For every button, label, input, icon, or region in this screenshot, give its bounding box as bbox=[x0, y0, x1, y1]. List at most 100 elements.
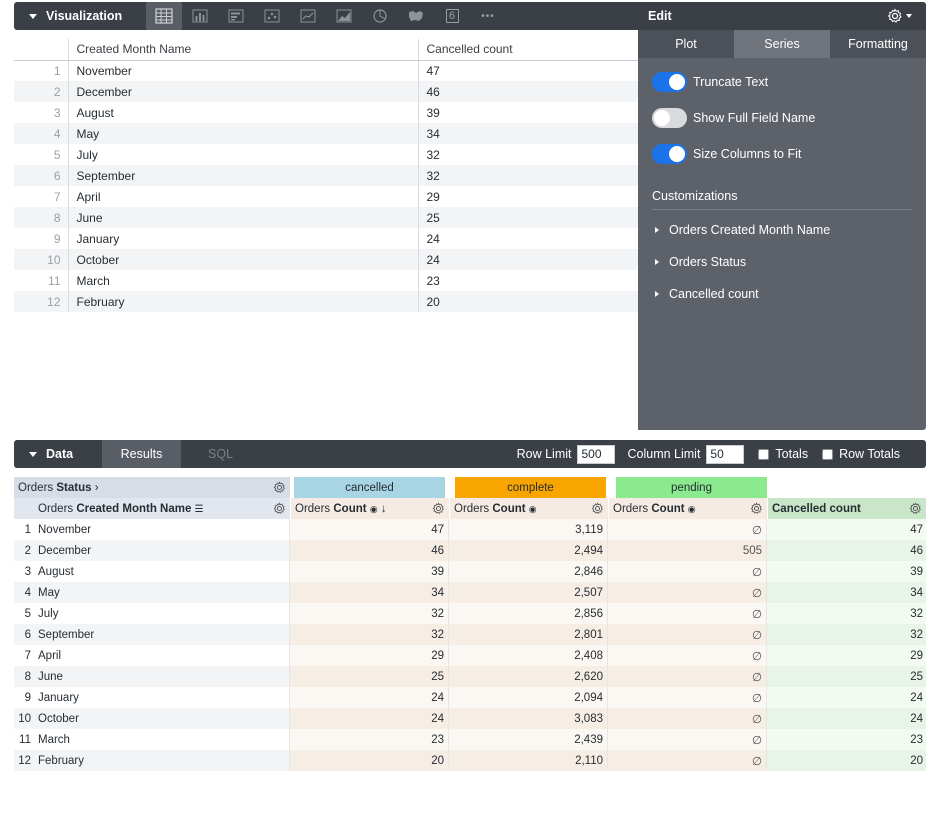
data-toggle[interactable]: Data bbox=[14, 440, 102, 468]
table-calc-cell: 23 bbox=[767, 729, 926, 750]
row-totals-checkbox[interactable] bbox=[822, 448, 834, 460]
tab-series[interactable]: Series bbox=[734, 30, 830, 58]
month-cell: January bbox=[68, 228, 419, 249]
complete-count-cell: 3,119 bbox=[449, 519, 608, 540]
row-number: 2 bbox=[14, 81, 69, 102]
line-chart-icon[interactable] bbox=[290, 2, 326, 30]
data-bar: Data Results SQL Row Limit 500 Column Li… bbox=[14, 440, 926, 468]
pivot-field-header[interactable]: Orders Status › bbox=[14, 477, 290, 498]
pivot-value-cancelled: cancelled bbox=[294, 477, 445, 498]
dimension-header[interactable]: Orders Created Month Name ☰ bbox=[14, 498, 290, 519]
row-number: 6 bbox=[14, 165, 69, 186]
gear-icon[interactable] bbox=[432, 502, 445, 515]
field-header-row: Orders Created Month Name ☰ Orders Count… bbox=[14, 498, 926, 519]
table-calc-header[interactable]: Cancelled count bbox=[767, 498, 926, 519]
column-header-month[interactable]: Created Month Name bbox=[68, 39, 419, 61]
tab-formatting[interactable]: Formatting bbox=[830, 30, 926, 58]
table-calc-label: Cancelled count bbox=[772, 502, 861, 515]
cancelled-count-cell: 29 bbox=[290, 645, 449, 666]
column-limit-label: Column Limit bbox=[627, 447, 701, 461]
sort-desc-icon: ↓ bbox=[380, 502, 387, 515]
month-cell: June bbox=[68, 207, 419, 228]
dimension-header-label: Orders Created Month Name ☰ bbox=[38, 503, 204, 515]
pending-count-cell: ∅ bbox=[608, 729, 767, 750]
gear-icon[interactable] bbox=[273, 481, 286, 494]
gear-icon[interactable] bbox=[273, 502, 286, 515]
measure-header-label: Orders Count ◉ bbox=[454, 503, 537, 515]
measure-header-cancelled[interactable]: Orders Count ◉ ↓ bbox=[290, 498, 449, 519]
pending-count-cell: ∅ bbox=[608, 687, 767, 708]
gear-icon[interactable] bbox=[750, 502, 763, 515]
area-chart-icon[interactable] bbox=[326, 2, 362, 30]
complete-count-cell: 2,507 bbox=[449, 582, 608, 603]
caret-right-icon bbox=[655, 291, 659, 297]
pending-count-cell: ∅ bbox=[608, 666, 767, 687]
customization-created-month-name[interactable]: Orders Created Month Name bbox=[638, 214, 926, 246]
count-cell: 32 bbox=[418, 165, 638, 186]
complete-count-cell: 2,856 bbox=[449, 603, 608, 624]
measure-header-complete[interactable]: Orders Count ◉ bbox=[449, 498, 608, 519]
edit-settings-menu[interactable] bbox=[887, 8, 912, 24]
table-row: 3 August 39 2,846 ∅ 39 bbox=[14, 561, 926, 582]
scatter-icon[interactable] bbox=[254, 2, 290, 30]
month-cell: June bbox=[34, 666, 290, 687]
month-cell: August bbox=[68, 102, 419, 123]
edit-title: Edit bbox=[648, 9, 672, 23]
measure-prefix: Orders bbox=[454, 502, 490, 515]
count-cell: 20 bbox=[418, 291, 638, 312]
bar-chart-icon[interactable] bbox=[182, 2, 218, 30]
truncate-text-toggle[interactable] bbox=[652, 72, 687, 92]
truncate-text-label: Truncate Text bbox=[693, 75, 769, 89]
customization-cancelled-count[interactable]: Cancelled count bbox=[638, 278, 926, 310]
pie-chart-icon[interactable] bbox=[362, 2, 398, 30]
table-row: 12 February 20 bbox=[14, 291, 638, 312]
table-row: 12 February 20 2,110 ∅ 20 bbox=[14, 750, 926, 771]
customization-orders-status[interactable]: Orders Status bbox=[638, 246, 926, 278]
month-cell: August bbox=[34, 561, 290, 582]
table-row: 3 August 39 bbox=[14, 102, 638, 123]
column-limit-input[interactable]: 50 bbox=[706, 444, 745, 464]
column-chart-icon[interactable] bbox=[218, 2, 254, 30]
measure-header-pending[interactable]: Orders Count ◉ bbox=[608, 498, 767, 519]
show-full-field-name-row: Show Full Field Name bbox=[638, 100, 926, 136]
row-number: 3 bbox=[24, 565, 31, 578]
table-calc-cell: 39 bbox=[767, 561, 926, 582]
size-columns-row: Size Columns to Fit bbox=[638, 136, 926, 172]
table-row: 2 December 46 bbox=[14, 81, 638, 102]
table-icon[interactable] bbox=[146, 2, 182, 30]
tab-results[interactable]: Results bbox=[102, 440, 181, 468]
gear-icon[interactable] bbox=[591, 502, 604, 515]
map-icon[interactable] bbox=[398, 2, 434, 30]
gear-icon[interactable] bbox=[909, 502, 922, 515]
row-number: 7 bbox=[14, 186, 69, 207]
table-row: 4 May 34 2,507 ∅ 34 bbox=[14, 582, 926, 603]
table-calc-cell: 32 bbox=[767, 603, 926, 624]
size-columns-toggle[interactable] bbox=[652, 144, 687, 164]
visualization-bar: Visualization 6 ••• bbox=[14, 2, 638, 30]
tab-plot[interactable]: Plot bbox=[638, 30, 734, 58]
dim-prefix: Orders bbox=[38, 502, 74, 515]
truncate-text-row: Truncate Text bbox=[638, 64, 926, 100]
row-number: 11 bbox=[14, 270, 69, 291]
table-row: 6 September 32 bbox=[14, 165, 638, 186]
tab-sql[interactable]: SQL bbox=[181, 440, 260, 468]
table-calc-cell: 20 bbox=[767, 750, 926, 771]
row-limit-input[interactable]: 500 bbox=[577, 444, 616, 464]
visualization-toggle[interactable]: Visualization bbox=[14, 2, 146, 30]
measure-field: Count bbox=[651, 502, 685, 515]
more-icon[interactable]: ••• bbox=[470, 2, 506, 30]
table-row: 10 October 24 bbox=[14, 249, 638, 270]
column-header-cancelled-count[interactable]: Cancelled count bbox=[418, 39, 638, 61]
show-full-field-name-toggle[interactable] bbox=[652, 108, 687, 128]
caret-right-icon bbox=[655, 259, 659, 265]
totals-checkbox[interactable] bbox=[758, 448, 770, 460]
cancelled-count-cell: 34 bbox=[290, 582, 449, 603]
single-value-icon[interactable]: 6 bbox=[434, 2, 470, 30]
row-number: 7 bbox=[24, 649, 31, 662]
row-number: 3 bbox=[14, 102, 69, 123]
cancelled-count-cell: 24 bbox=[290, 687, 449, 708]
eye-slash-icon: ◉ bbox=[369, 503, 378, 514]
toggle-knob bbox=[669, 74, 685, 90]
customization-label: Orders Created Month Name bbox=[669, 223, 831, 237]
table-calc-cell: 24 bbox=[767, 687, 926, 708]
